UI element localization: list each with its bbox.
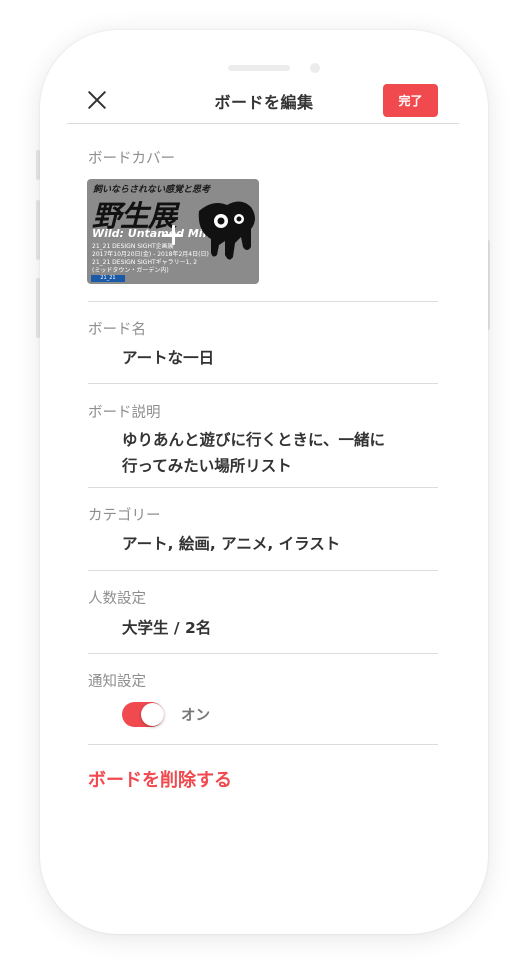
divider <box>88 653 438 654</box>
divider <box>88 301 438 302</box>
board-description-line: ゆりあんと遊びに行くときに、一緒に <box>122 431 386 449</box>
done-button[interactable]: 完了 <box>383 84 438 117</box>
phone-frame: ボードを編集 完了 ボードカバー 飼いならされない感覚と思考 野生展 Wild:… <box>40 30 488 934</box>
divider <box>88 487 438 488</box>
divider <box>88 570 438 571</box>
people-setting-label: 人数設定 <box>88 591 146 607</box>
board-cover-label: ボードカバー <box>88 151 175 167</box>
divider <box>88 744 438 745</box>
board-description-line: 行ってみたい場所リスト <box>122 457 292 475</box>
creature-illustration <box>198 201 255 260</box>
add-image-icon[interactable] <box>161 223 185 247</box>
toggle-knob <box>141 703 164 726</box>
notification-toggle[interactable] <box>122 702 164 727</box>
board-description-value[interactable]: ゆりあんと遊びに行くときに、一緒に 行ってみたい場所リスト <box>122 427 385 479</box>
notification-setting-label: 通知設定 <box>88 674 146 690</box>
cover-info-line: 21_21 DESIGN SIGHT企画展 <box>92 243 174 250</box>
cover-logo: 21_21 <box>91 275 125 282</box>
category-value[interactable]: アート, 絵画, アニメ, イラスト <box>122 531 340 557</box>
cover-info-line: 21_21 DESIGN SIGHTギャラリー1, 2 <box>92 259 198 266</box>
cover-info-line: (ミッドタウン・ガーデン内) <box>92 267 169 274</box>
board-name-value[interactable]: アートな一日 <box>122 345 214 371</box>
board-cover-image[interactable]: 飼いならされない感覚と思考 野生展 Wild: Untamed Mind 21_… <box>87 179 259 284</box>
cover-info-line: 2017年10月20日(金) - 2018年2月4日(日) <box>92 251 209 258</box>
board-name-label: ボード名 <box>88 322 146 338</box>
people-setting-value[interactable]: 大学生 / 2名 <box>122 615 211 641</box>
cover-info: 21_21 DESIGN SIGHT企画展 2017年10月20日(金) - 2… <box>92 243 209 275</box>
divider <box>88 383 438 384</box>
board-description-label: ボード説明 <box>88 405 161 421</box>
header-divider <box>67 123 459 124</box>
edit-board-screen: ボードを編集 完了 ボードカバー 飼いならされない感覚と思考 野生展 Wild:… <box>40 30 488 934</box>
notification-toggle-label: オン <box>181 708 210 724</box>
category-label: カテゴリー <box>88 508 161 524</box>
delete-board-button[interactable]: ボードを削除する <box>88 766 232 792</box>
